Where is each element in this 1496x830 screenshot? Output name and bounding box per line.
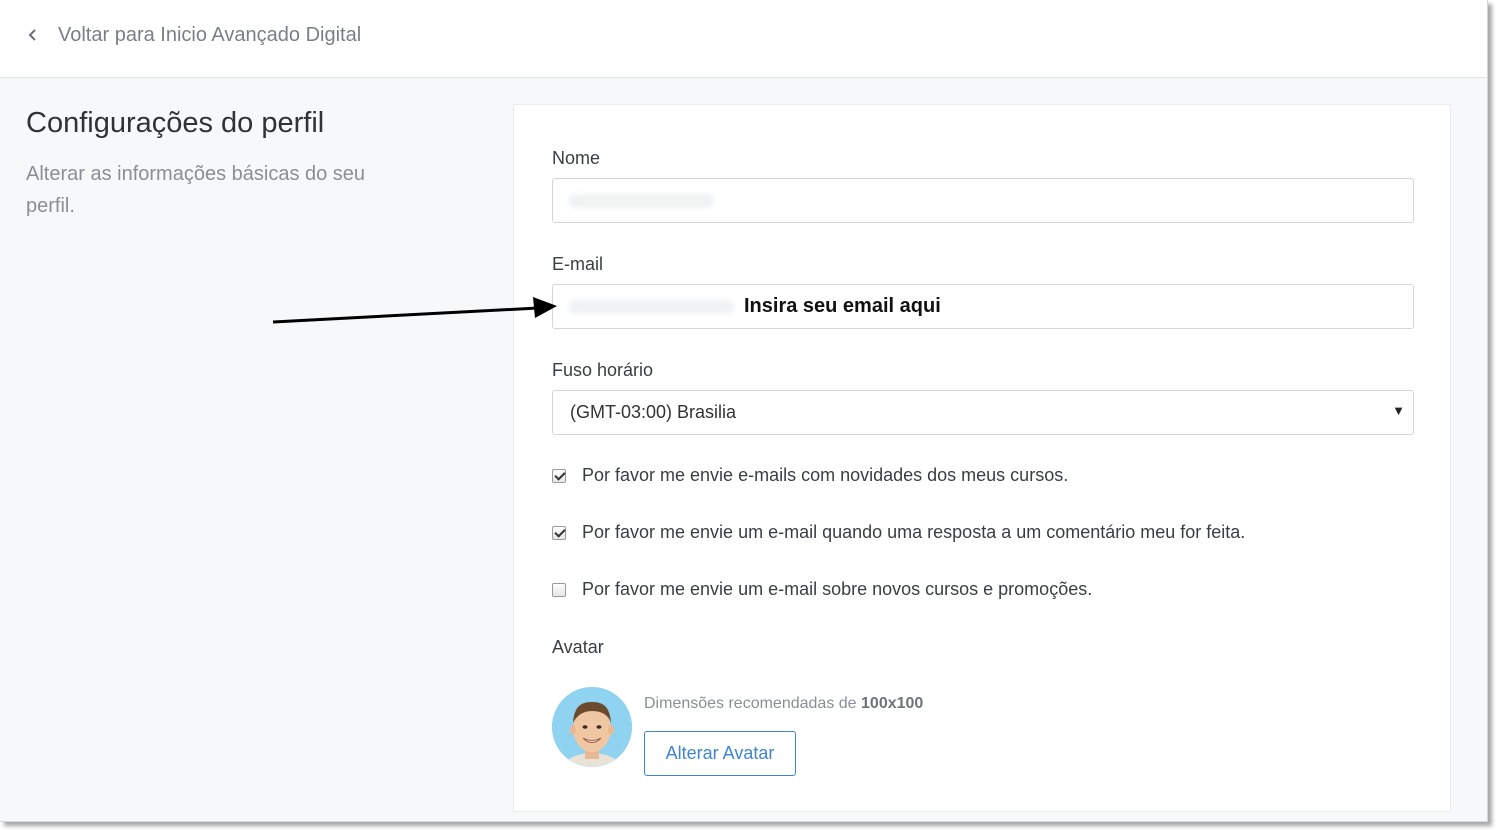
page-title: Configurações do perfil [26, 107, 325, 139]
checkbox-comment-replies[interactable]: Por favor me envie um e-mail quando uma … [552, 522, 1245, 543]
app-frame: Voltar para Inicio Avançado Digital Conf… [0, 0, 1488, 822]
checkbox-promotions-label: Por favor me envie um e-mail sobre novos… [582, 579, 1093, 599]
name-label: Nome [552, 148, 601, 168]
avatar-dimensions-hint: Dimensões recomendadas de 100x100 [644, 695, 923, 713]
checkbox-promotions-box[interactable] [552, 582, 566, 597]
email-annotation: Insira seu email aqui [744, 295, 941, 317]
page-subtitle: Alterar as informações básicas do seu pe… [26, 163, 366, 217]
checkbox-course-news-label: Por favor me envie e-mails com novidades… [582, 465, 1069, 485]
avatar-hint-size: 100x100 [861, 695, 924, 712]
profile-form-card: Nome E-mail Insira seu email aqui Fuso h… [513, 104, 1451, 812]
checkbox-promotions[interactable]: Por favor me envie um e-mail sobre novos… [552, 579, 1092, 600]
intro-section: Configurações do perfil Alterar as infor… [26, 104, 376, 222]
checkbox-comment-replies-box[interactable] [552, 525, 566, 540]
timezone-select[interactable]: (GMT-03:00) Brasilia ▼ [552, 390, 1414, 435]
avatar-hint-prefix: Dimensões recomendadas de [644, 695, 862, 712]
back-link[interactable]: Voltar para Inicio Avançado Digital [26, 20, 361, 50]
email-label: E-mail [552, 254, 604, 274]
timezone-value: (GMT-03:00) Brasilia [570, 402, 737, 422]
top-bar: Voltar para Inicio Avançado Digital [0, 0, 1487, 78]
name-input[interactable] [552, 178, 1414, 223]
chevron-left-icon [28, 29, 36, 41]
avatar-label: Avatar [552, 637, 604, 657]
checkbox-course-news[interactable]: Por favor me envie e-mails com novidades… [552, 465, 1068, 486]
avatar [552, 687, 632, 767]
back-link-label: Voltar para Inicio Avançado Digital [58, 23, 362, 46]
email-input[interactable]: Insira seu email aqui [552, 284, 1414, 329]
timezone-label: Fuso horário [552, 360, 654, 380]
redacted-email [569, 300, 734, 314]
avatar-face-icon [552, 687, 632, 767]
checkbox-comment-replies-label: Por favor me envie um e-mail quando uma … [582, 522, 1246, 542]
dropdown-arrow-icon: ▼ [1392, 403, 1405, 418]
change-avatar-button[interactable]: Alterar Avatar [644, 731, 796, 776]
redacted-name [569, 194, 714, 208]
checkbox-course-news-box[interactable] [552, 468, 566, 483]
